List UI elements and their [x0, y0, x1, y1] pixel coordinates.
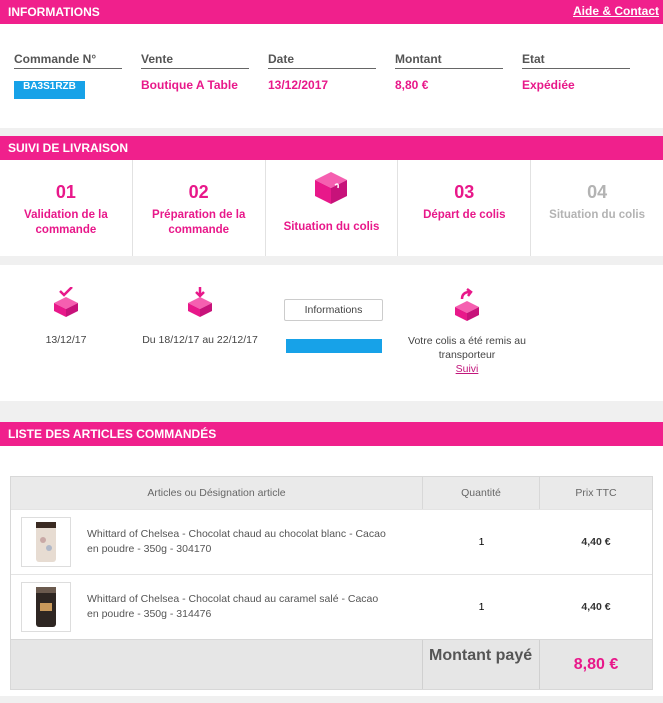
step-depart: 03 Départ de colis: [398, 160, 532, 256]
help-contact-link[interactable]: Aide & Contact: [573, 4, 659, 18]
step-number: 04: [587, 182, 608, 202]
total-row: Montant payé 8,80 €: [11, 639, 652, 689]
delivery-steps: 01 Validation de la commande 02 Préparat…: [0, 160, 663, 256]
step-label: Situation du colis: [283, 221, 380, 233]
order-number-value: BA3S1RZB: [14, 81, 85, 99]
package-down-icon: [188, 287, 212, 317]
date-value: 13/12/2017: [268, 78, 329, 92]
articles-table: Articles ou Désignation article Quantité…: [10, 476, 653, 690]
package-check-icon: [54, 286, 78, 317]
product-image: [21, 582, 71, 632]
step-preparation: 02 Préparation de la commande: [133, 160, 266, 256]
step-number: 02: [188, 182, 209, 202]
order-number-column: Commande N° BA3S1RZB: [14, 52, 122, 99]
total-label: Montant payé: [423, 640, 540, 689]
articles-title: LISTE DES ARTICLES COMMANDÉS: [8, 427, 217, 441]
order-number-label: Commande N°: [14, 52, 122, 69]
status-label: Etat: [522, 52, 630, 69]
track-preparation: Du 18/12/17 au 22/12/17: [136, 287, 264, 346]
step-number: 01: [55, 182, 76, 202]
product-price: 4,40 €: [581, 536, 611, 548]
order-info-panel: Commande N° BA3S1RZB Vente Boutique A Ta…: [0, 24, 663, 128]
step-validation: 01 Validation de la commande: [0, 160, 133, 256]
track-validated: 13/12/17: [26, 286, 106, 346]
product-description: Whittard of Chelsea - Chocolat chaud au …: [87, 593, 379, 620]
header-article: Articles ou Désignation article: [11, 477, 423, 509]
step-number: 03: [454, 182, 475, 202]
package-forward-icon: [455, 288, 479, 321]
amount-column: Montant 8,80 €: [395, 52, 503, 92]
articles-header: LISTE DES ARTICLES COMMANDÉS: [0, 422, 663, 446]
date-column: Date 13/12/2017: [268, 52, 376, 92]
sale-label: Vente: [141, 52, 249, 69]
step-label: Validation de la commande: [24, 209, 108, 236]
product-image: [21, 517, 71, 567]
header-quantity: Quantité: [423, 477, 540, 509]
sale-value: Boutique A Table: [141, 78, 238, 92]
status-value: Expédiée: [522, 78, 575, 92]
table-row: Whittard of Chelsea - Chocolat chaud au …: [11, 509, 652, 574]
informations-title: INFORMATIONS: [8, 5, 100, 19]
step-label: Préparation de la commande: [152, 209, 246, 236]
table-row: Whittard of Chelsea - Chocolat chaud au …: [11, 574, 652, 639]
redacted-bar: [286, 339, 382, 353]
informations-button[interactable]: Informations: [284, 299, 383, 321]
articles-panel: Articles ou Désignation article Quantité…: [0, 446, 663, 696]
date-label: Date: [268, 52, 376, 69]
step-situation-future: 04 Situation du colis: [531, 160, 663, 256]
amount-label: Montant: [395, 52, 503, 69]
header-price: Prix TTC: [575, 487, 617, 499]
product-quantity: 1: [478, 536, 485, 548]
total-value: 8,80 €: [573, 655, 619, 673]
product-price: 4,40 €: [581, 601, 611, 613]
table-header: Articles ou Désignation article Quantité…: [11, 477, 652, 509]
sale-column: Vente Boutique A Table: [141, 52, 249, 92]
suivi-title: SUIVI DE LIVRAISON: [8, 141, 129, 155]
status-column: Etat Expédiée: [522, 52, 630, 92]
step-label: Départ de colis: [423, 209, 506, 221]
track-message: Votre colis a été remis au transporteur: [408, 335, 526, 361]
package-icon: [266, 170, 398, 208]
tracking-details: 13/12/17 Du 18/12/17 au 22/12/17 Informa…: [0, 265, 663, 401]
track-date-2: Du 18/12/17 au 22/12/17: [142, 334, 258, 346]
amount-value: 8,80 €: [395, 78, 429, 92]
suivi-link[interactable]: Suivi: [398, 362, 536, 376]
product-quantity: 1: [478, 601, 485, 613]
track-shipped: Votre colis a été remis au transporteur …: [398, 287, 536, 376]
suivi-header: SUIVI DE LIVRAISON: [0, 136, 663, 160]
step-situation-current: Situation du colis: [266, 160, 399, 256]
track-date-1: 13/12/17: [45, 334, 87, 346]
informations-header: INFORMATIONS Aide & Contact: [0, 0, 663, 24]
product-description: Whittard of Chelsea - Chocolat chaud au …: [87, 528, 386, 555]
step-label: Situation du colis: [549, 209, 645, 221]
